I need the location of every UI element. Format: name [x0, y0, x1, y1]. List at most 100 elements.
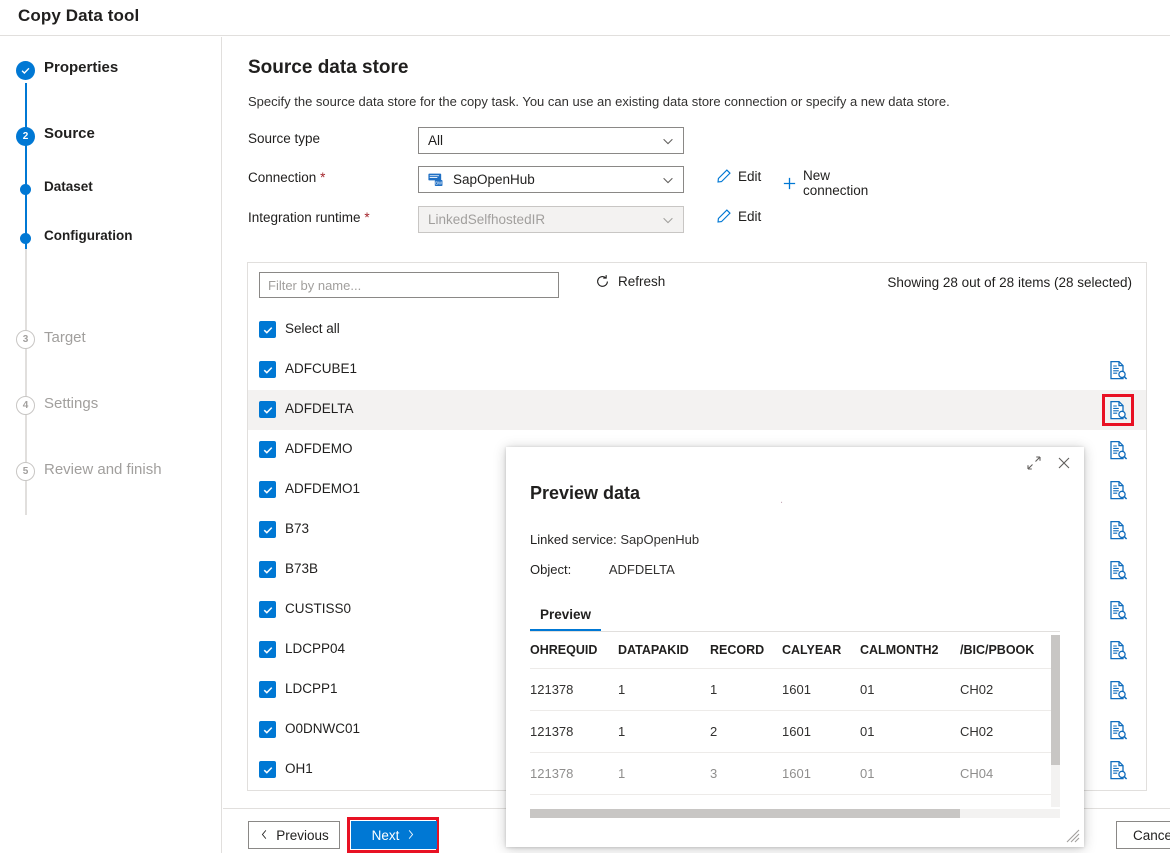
- panel-header-icons: [1026, 455, 1072, 471]
- row-checkbox[interactable]: [259, 561, 276, 578]
- panel-tabs: Preview: [530, 599, 1060, 632]
- preview-data-icon[interactable]: [1108, 600, 1128, 620]
- cell: 1601: [782, 669, 860, 711]
- select-all-checkbox[interactable]: [259, 321, 276, 338]
- previous-label: Previous: [276, 828, 329, 843]
- preview-table-wrapper: OHREQUID DATAPAKID RECORD CALYEAR CALMON…: [530, 635, 1060, 807]
- cell: 01: [860, 753, 960, 795]
- refresh-label: Refresh: [618, 274, 665, 289]
- preview-data-icon[interactable]: [1108, 520, 1128, 540]
- new-connection-button[interactable]: New connection: [782, 168, 868, 198]
- cell: 1: [618, 669, 710, 711]
- cell: 2: [710, 711, 782, 753]
- step-dot-icon: [20, 184, 31, 195]
- object-value: ADFDELTA: [609, 562, 675, 577]
- step-dot-icon: [20, 233, 31, 244]
- step-number-badge: 2: [16, 127, 35, 146]
- row-label: ADFDEMO1: [285, 481, 360, 496]
- row-checkbox[interactable]: [259, 721, 276, 738]
- row-checkbox[interactable]: [259, 601, 276, 618]
- filter-by-name-input[interactable]: [259, 272, 559, 298]
- cell: 01: [860, 711, 960, 753]
- preview-data-icon[interactable]: [1108, 640, 1128, 660]
- preview-data-icon[interactable]: [1108, 400, 1128, 420]
- chevron-right-icon: [405, 828, 416, 843]
- scrollbar-thumb[interactable]: [530, 809, 960, 818]
- cell: 121378: [530, 753, 618, 795]
- next-button[interactable]: Next: [351, 821, 437, 849]
- pencil-icon: [716, 208, 732, 224]
- table-row[interactable]: ADFDELTA: [248, 390, 1146, 430]
- table-row[interactable]: ADFCUBE1: [248, 350, 1146, 390]
- row-label: B73B: [285, 561, 318, 576]
- preview-data-icon[interactable]: [1108, 360, 1128, 380]
- preview-table-vertical-scrollbar[interactable]: [1051, 635, 1060, 807]
- refresh-button[interactable]: Refresh: [595, 274, 665, 289]
- row-checkbox[interactable]: [259, 761, 276, 778]
- row-checkbox[interactable]: [259, 521, 276, 538]
- cell: 1601: [782, 711, 860, 753]
- row-label: ADFDEMO: [285, 441, 353, 456]
- preview-data-icon[interactable]: [1108, 480, 1128, 500]
- wizard-stepper: Properties 2 Source Dataset Configuratio…: [0, 37, 222, 853]
- column-header: CALMONTH2: [860, 635, 960, 669]
- integration-runtime-select[interactable]: LinkedSelfhostedIR: [418, 206, 684, 233]
- column-header: CALYEAR: [782, 635, 860, 669]
- step-check-icon: [16, 61, 35, 80]
- cell: 1601: [782, 753, 860, 795]
- sidebar-item-properties[interactable]: Properties: [0, 58, 222, 86]
- sidebar-item-review-and-finish[interactable]: 5 Review and finish: [0, 459, 222, 487]
- preview-table: OHREQUID DATAPAKID RECORD CALYEAR CALMON…: [530, 635, 1060, 795]
- preview-data-icon[interactable]: [1108, 440, 1128, 460]
- sidebar-item-configuration[interactable]: Configuration: [0, 226, 222, 254]
- preview-data-icon[interactable]: [1108, 720, 1128, 740]
- integration-runtime-value: LinkedSelfhostedIR: [428, 212, 661, 227]
- row-checkbox[interactable]: [259, 681, 276, 698]
- tab-preview[interactable]: Preview: [530, 599, 601, 631]
- object-meta: Object: ADFDELTA: [530, 562, 675, 577]
- preview-table-horizontal-scrollbar[interactable]: [530, 809, 1060, 818]
- row-checkbox[interactable]: [259, 481, 276, 498]
- row-label: ADFDELTA: [285, 401, 354, 416]
- resize-grip-icon[interactable]: [1066, 829, 1080, 843]
- row-checkbox[interactable]: [259, 641, 276, 658]
- scrollbar-thumb[interactable]: [1051, 635, 1060, 765]
- row-checkbox[interactable]: [259, 441, 276, 458]
- sidebar-item-label: Dataset: [44, 179, 93, 194]
- table-header-row: OHREQUID DATAPAKID RECORD CALYEAR CALMON…: [530, 635, 1060, 669]
- close-icon[interactable]: [1056, 455, 1072, 471]
- sidebar-item-dataset[interactable]: Dataset: [0, 177, 222, 205]
- panel-caret-marker: .: [780, 494, 783, 506]
- row-label: CUSTISS0: [285, 601, 351, 616]
- select-all-row[interactable]: Select all: [248, 310, 1146, 350]
- refresh-icon: [595, 274, 610, 289]
- source-type-select[interactable]: All: [418, 127, 684, 154]
- edit-connection-button[interactable]: Edit: [716, 168, 761, 184]
- row-checkbox[interactable]: [259, 401, 276, 418]
- sidebar-item-source[interactable]: 2 Source: [0, 124, 222, 152]
- column-header: OHREQUID: [530, 635, 618, 669]
- preview-data-icon[interactable]: [1108, 680, 1128, 700]
- sidebar-item-label: Target: [44, 329, 86, 346]
- preview-data-icon[interactable]: [1108, 760, 1128, 780]
- cancel-button[interactable]: Cancel: [1116, 821, 1170, 849]
- required-asterisk: *: [364, 210, 369, 225]
- preview-data-panel: Preview data . Linked service: SapOpenHu…: [506, 447, 1084, 847]
- sidebar-item-label: Source: [44, 125, 95, 142]
- expand-icon[interactable]: [1026, 455, 1042, 471]
- row-checkbox[interactable]: [259, 361, 276, 378]
- edit-runtime-button[interactable]: Edit: [716, 208, 761, 224]
- cell: CH02: [960, 669, 1054, 711]
- preview-data-icon[interactable]: [1108, 560, 1128, 580]
- source-type-value: All: [428, 133, 661, 148]
- sidebar-item-label: Review and finish: [44, 461, 162, 478]
- integration-runtime-label: Integration runtime *: [248, 210, 370, 225]
- connection-select[interactable]: BW SapOpenHub: [418, 166, 684, 193]
- sidebar-item-target[interactable]: 3 Target: [0, 327, 222, 355]
- page-title: Source data store: [248, 57, 409, 79]
- select-all-label: Select all: [285, 321, 340, 336]
- column-header: RECORD: [710, 635, 782, 669]
- previous-button[interactable]: Previous: [248, 821, 340, 849]
- object-label: Object:: [530, 562, 571, 577]
- sidebar-item-settings[interactable]: 4 Settings: [0, 393, 222, 421]
